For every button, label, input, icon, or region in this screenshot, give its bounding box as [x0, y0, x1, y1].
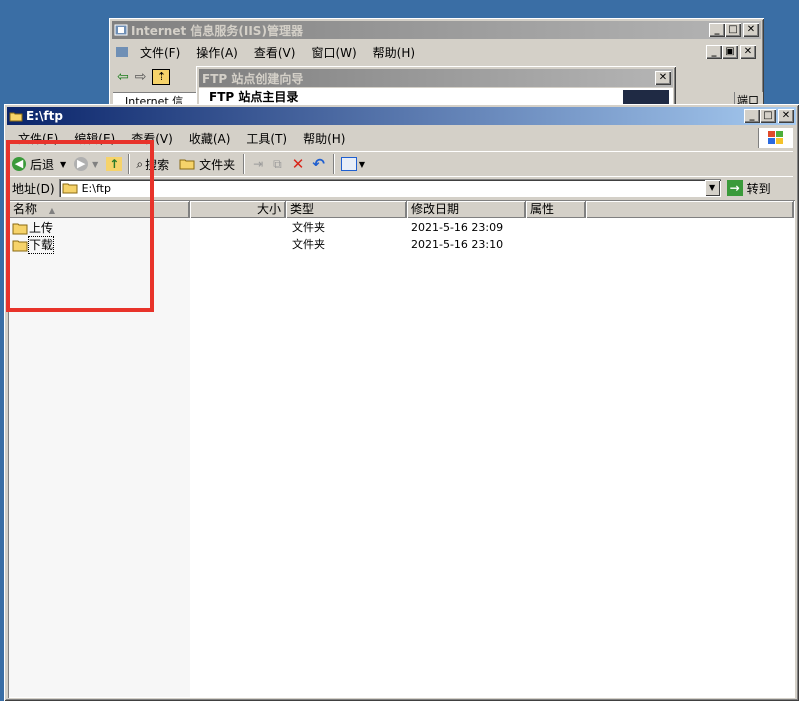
file-type: 文件夹 — [292, 238, 325, 251]
iis-titlebar[interactable]: Internet 信息服务(IIS)管理器 _ □ ✕ — [112, 21, 761, 39]
file-modified: 2021-5-16 23:09 — [411, 221, 504, 234]
iis-toolbar: ⇦ ⇨ ⇡ — [113, 66, 199, 88]
views-dropdown-icon[interactable]: ▼ — [359, 160, 365, 169]
iis-child-minimize-button[interactable]: _ — [706, 45, 722, 59]
iis-menu-file[interactable]: 文件(F) — [132, 44, 188, 61]
wizard-title: FTP 站点创建向导 — [202, 71, 304, 86]
move-to-icon[interactable]: ⇥ — [253, 157, 263, 171]
iis-title: Internet 信息服务(IIS)管理器 — [131, 23, 303, 38]
iis-menu-view[interactable]: 查看(V) — [246, 44, 304, 61]
highlight-box — [6, 140, 154, 312]
column-attributes[interactable]: 属性 — [526, 201, 586, 218]
column-type[interactable]: 类型 — [286, 201, 407, 218]
file-modified: 2021-5-16 23:10 — [411, 238, 504, 251]
iis-close-button[interactable]: ✕ — [743, 23, 759, 37]
explorer-titlebar[interactable]: E:\ftp _ □ ✕ — [7, 107, 796, 125]
go-button[interactable]: 转到 — [747, 180, 771, 197]
iis-menu-help[interactable]: 帮助(H) — [365, 44, 423, 61]
wizard-titlebar[interactable]: FTP 站点创建向导 ✕ — [199, 69, 673, 87]
iis-child-restore-button[interactable]: ▣ — [722, 45, 738, 59]
iis-maximize-button[interactable]: □ — [725, 23, 741, 37]
explorer-minimize-button[interactable]: _ — [744, 109, 760, 123]
iis-minimize-button[interactable]: _ — [709, 23, 725, 37]
wizard-close-button[interactable]: ✕ — [655, 71, 671, 85]
explorer-title: E:\ftp — [26, 109, 63, 123]
go-arrow-icon[interactable]: → — [726, 180, 743, 196]
iis-back-icon[interactable]: ⇦ — [117, 69, 129, 85]
toolbar-separator-3 — [332, 154, 335, 174]
ftp-wizard-window: FTP 站点创建向导 ✕ FTP 站点主目录 — [196, 66, 676, 106]
file-type: 文件夹 — [292, 221, 325, 234]
menu-help[interactable]: 帮助(H) — [295, 130, 353, 147]
menu-favorites[interactable]: 收藏(A) — [181, 130, 239, 147]
address-input[interactable]: E:\ftp ▼ — [58, 179, 721, 197]
toolbar-separator-2 — [243, 154, 246, 174]
column-modified[interactable]: 修改日期 — [407, 201, 526, 218]
address-dropdown-button[interactable]: ▼ — [704, 180, 720, 196]
iis-menu-icon — [116, 47, 128, 57]
windows-logo-icon — [758, 128, 793, 148]
iis-up-icon[interactable]: ⇡ — [152, 69, 171, 85]
explorer-close-button[interactable]: ✕ — [778, 109, 794, 123]
iis-forward-icon[interactable]: ⇨ — [135, 69, 147, 85]
folders-button[interactable]: 文件夹 — [199, 156, 235, 173]
iis-menu-window[interactable]: 窗口(W) — [303, 44, 364, 61]
wizard-heading: FTP 站点主目录 — [209, 90, 299, 104]
iis-menubar: 文件(F) 操作(A) 查看(V) 窗口(W) 帮助(H) _ ▣ ✕ — [113, 42, 758, 62]
iis-app-icon — [114, 24, 128, 36]
menu-tools[interactable]: 工具(T) — [238, 130, 295, 147]
delete-icon[interactable]: ✕ — [292, 155, 305, 173]
column-filler — [586, 201, 794, 218]
copy-to-icon[interactable]: ⧉ — [273, 157, 282, 172]
iis-child-close-button[interactable]: ✕ — [740, 45, 756, 59]
column-size[interactable]: 大小 — [190, 201, 286, 218]
views-icon[interactable] — [340, 157, 357, 171]
explorer-maximize-button[interactable]: □ — [760, 109, 776, 123]
folders-icon[interactable] — [179, 158, 195, 170]
undo-icon[interactable]: ↶ — [312, 155, 325, 173]
iis-menu-action[interactable]: 操作(A) — [188, 44, 246, 61]
folder-icon — [9, 112, 23, 122]
